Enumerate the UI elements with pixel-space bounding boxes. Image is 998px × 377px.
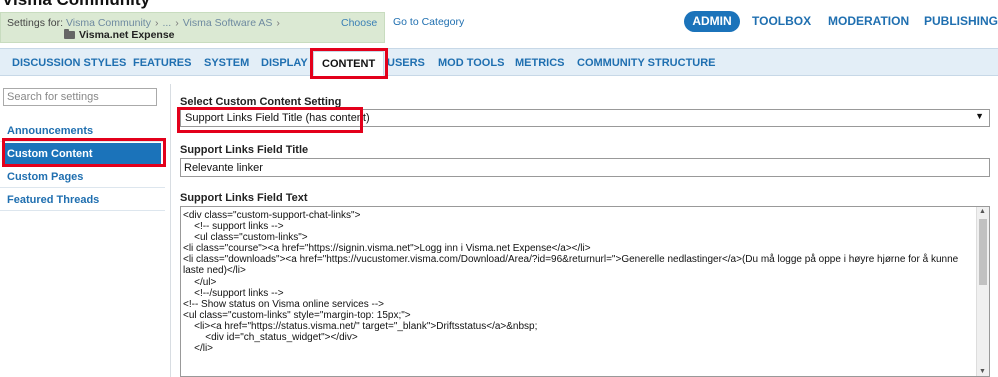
top-nav: ADMIN TOOLBOX MODERATION PUBLISHING — [0, 11, 998, 33]
select-value: Support Links Field Title (has content) — [185, 112, 370, 124]
scrollbar-thumb[interactable] — [979, 219, 987, 285]
code-line: </ul> — [183, 276, 217, 288]
code-line: <!-- support links --> — [183, 221, 284, 233]
tab-mod-tools[interactable]: MOD TOOLS — [438, 57, 504, 69]
app-title: Visma Community — [2, 0, 150, 9]
code-line: <li class="downloads"><a href="https://v… — [183, 254, 961, 277]
code-line: <div class="custom-support-chat-links"> — [183, 210, 361, 221]
scroll-down-icon[interactable]: ▼ — [979, 368, 986, 375]
code-line: <li class="course"><a href="https://sign… — [183, 243, 591, 255]
custom-content-select[interactable]: Support Links Field Title (has content) … — [180, 109, 990, 127]
code-line: </li> — [183, 343, 214, 355]
dropdown-arrow-icon: ▼ — [975, 111, 984, 121]
sidebar: Announcements Custom Content Custom Page… — [0, 84, 165, 377]
tab-users[interactable]: USERS — [387, 57, 425, 69]
code-line: <ul class="custom-links" style="margin-t… — [183, 309, 411, 321]
search-settings-input[interactable] — [3, 88, 157, 106]
sidebar-item-featured-threads[interactable]: Featured Threads — [0, 189, 165, 211]
sidebar-item-custom-pages[interactable]: Custom Pages — [0, 166, 165, 188]
code-line: <li><a href="https://status.visma.net/" … — [183, 320, 538, 332]
code-content: <div class="custom-support-chat-links"> … — [181, 207, 989, 354]
tab-content[interactable]: CONTENT — [313, 51, 385, 76]
code-line: <div id="ch_status_widget"></div> — [183, 332, 358, 344]
nav-toolbox[interactable]: TOOLBOX — [752, 14, 811, 28]
nav-admin[interactable]: ADMIN — [684, 11, 740, 32]
nav-publishing[interactable]: PUBLISHING — [924, 14, 998, 28]
title-field-label: Support Links Field Title — [180, 144, 309, 156]
settings-panel: Select Custom Content Setting Support Li… — [170, 84, 998, 377]
nav-moderation[interactable]: MODERATION — [828, 14, 909, 28]
support-links-text-area[interactable]: <div class="custom-support-chat-links"> … — [180, 206, 990, 377]
tab-features[interactable]: FEATURES — [133, 57, 191, 69]
tab-community-structure[interactable]: COMMUNITY STRUCTURE — [577, 57, 716, 69]
text-field-label: Support Links Field Text — [180, 192, 308, 204]
tab-system[interactable]: SYSTEM — [204, 57, 249, 69]
code-line: <ul class="custom-links"> — [183, 232, 308, 244]
sidebar-item-custom-content[interactable]: Custom Content — [4, 143, 161, 165]
scroll-up-icon[interactable]: ▲ — [979, 208, 986, 215]
vertical-scrollbar[interactable]: ▲ ▼ — [976, 207, 989, 376]
settings-tabs: DISCUSSION STYLES FEATURES SYSTEM DISPLA… — [0, 48, 998, 76]
select-setting-label: Select Custom Content Setting — [180, 96, 342, 108]
tab-discussion-styles[interactable]: DISCUSSION STYLES — [12, 57, 126, 69]
tab-display[interactable]: DISPLAY — [261, 57, 308, 69]
code-line: <!--/support links --> — [183, 287, 284, 299]
tab-metrics[interactable]: METRICS — [515, 57, 565, 69]
code-line: <!-- Show status on Visma online service… — [183, 298, 385, 310]
support-links-title-input[interactable] — [180, 158, 990, 177]
sidebar-item-announcements[interactable]: Announcements — [0, 120, 165, 142]
